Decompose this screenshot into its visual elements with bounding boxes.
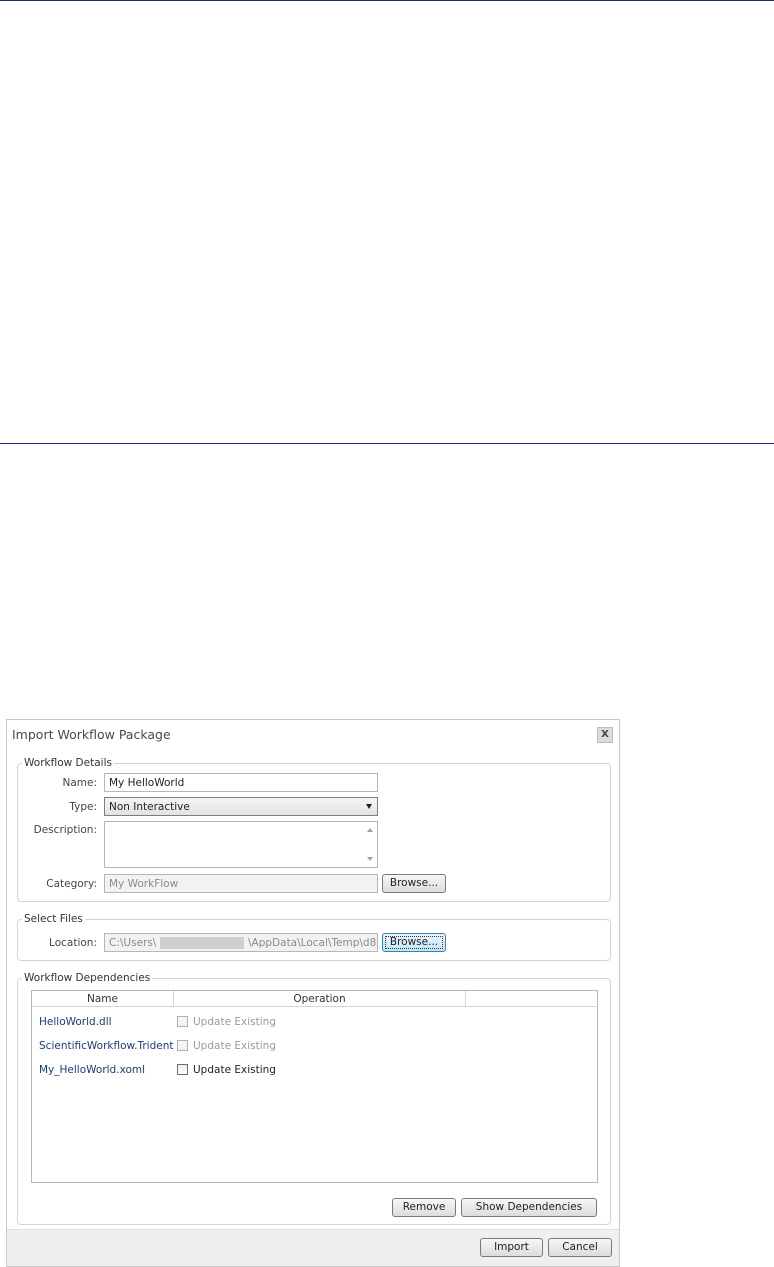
update-existing-checkbox (177, 1016, 188, 1027)
column-header-operation[interactable]: Operation (174, 991, 466, 1007)
top-rule (0, 0, 774, 1)
name-field[interactable]: My HelloWorld (104, 773, 378, 792)
location-suffix: \AppData\Local\Temp\d8 (248, 937, 377, 949)
location-browse-button[interactable]: Browse... (382, 933, 446, 952)
description-scrollbar[interactable] (363, 822, 377, 867)
update-existing-label: Update Existing (193, 1016, 276, 1028)
workflow-dependencies-legend: Workflow Dependencies (24, 972, 151, 984)
location-prefix: C:\Users\ (109, 937, 157, 949)
dialog-footer: Import Cancel (7, 1229, 619, 1266)
table-row[interactable]: My_HelloWorld.xoml Update Existing (32, 1061, 597, 1079)
type-select-value: Non Interactive (109, 801, 190, 813)
middle-rule (0, 443, 774, 444)
dependency-name: ScientificWorkflow.Trident (39, 1040, 174, 1052)
cancel-button[interactable]: Cancel (548, 1238, 612, 1257)
column-header-empty (466, 991, 597, 1007)
type-select[interactable]: Non Interactive (104, 797, 378, 816)
dialog-titlebar: Import Workflow Package X (7, 720, 619, 748)
category-label: Category: (46, 878, 97, 890)
select-files-legend: Select Files (24, 913, 83, 925)
type-label: Type: (69, 801, 97, 813)
location-label: Location: (49, 937, 97, 949)
show-dependencies-button[interactable]: Show Dependencies (461, 1198, 597, 1217)
dialog-title: Import Workflow Package (12, 727, 171, 742)
scroll-down-icon[interactable] (367, 857, 373, 861)
table-row[interactable]: HelloWorld.dll Update Existing (32, 1013, 597, 1031)
redacted-username (160, 937, 244, 949)
dependencies-table: Name Operation HelloWorld.dll Update Exi… (31, 990, 598, 1183)
remove-button[interactable]: Remove (392, 1198, 456, 1217)
close-icon[interactable]: X (597, 727, 613, 743)
import-button[interactable]: Import (480, 1238, 543, 1257)
category-field[interactable]: My WorkFlow (104, 874, 378, 893)
name-label: Name: (62, 777, 97, 789)
update-existing-label[interactable]: Update Existing (193, 1064, 276, 1076)
dependency-name: My_HelloWorld.xoml (39, 1064, 146, 1076)
chevron-down-icon (366, 804, 372, 809)
workflow-details-legend: Workflow Details (24, 757, 112, 769)
scroll-up-icon[interactable] (367, 828, 373, 832)
table-row[interactable]: ScientificWorkflow.Trident Update Existi… (32, 1037, 597, 1055)
import-workflow-dialog: Import Workflow Package X Workflow Detai… (6, 719, 620, 1267)
description-field[interactable] (104, 821, 378, 868)
dependency-name: HelloWorld.dll (39, 1016, 112, 1028)
update-existing-checkbox (177, 1040, 188, 1051)
category-browse-button[interactable]: Browse... (382, 874, 446, 893)
location-field[interactable]: C:\Users\ \AppData\Local\Temp\d8 (104, 933, 378, 952)
update-existing-checkbox[interactable] (177, 1064, 188, 1075)
description-label: Description: (33, 824, 97, 836)
update-existing-label: Update Existing (193, 1040, 276, 1052)
column-header-name[interactable]: Name (32, 991, 174, 1007)
